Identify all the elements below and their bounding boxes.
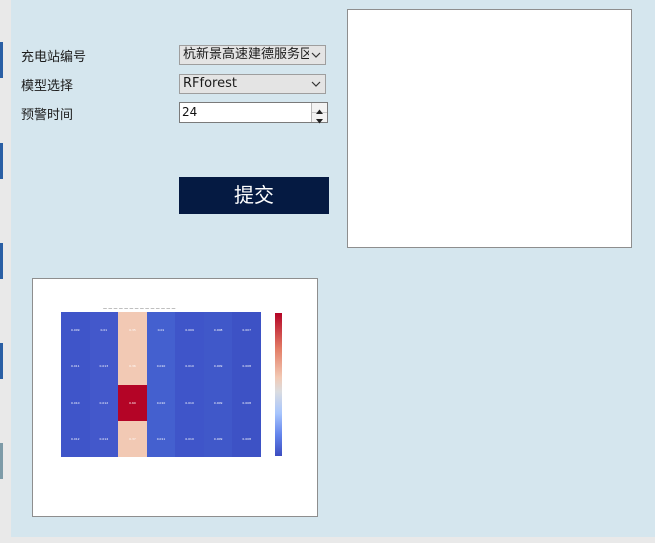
heatmap-cell: 0.010: [175, 384, 204, 421]
sidebar-marker-5[interactable]: [0, 443, 3, 479]
heatmap-cell: 0.011: [146, 420, 176, 457]
warning-time-value: 24: [182, 105, 198, 119]
heatmap-cell: 0.010: [175, 420, 204, 457]
heatmap-grid: 0.009 0.01 0.35 0.01 0.009 0.008 0.007 0.011 0.0…: [61, 312, 261, 457]
warning-time-spinbox[interactable]: 24: [179, 102, 328, 124]
model-select[interactable]: RFforest: [179, 74, 326, 94]
heatmap-cell: 0.010: [146, 348, 176, 385]
model-label: 模型选择: [21, 79, 74, 94]
heatmap-cell: 0.35: [118, 312, 147, 349]
sidebar-marker-1[interactable]: [0, 42, 3, 78]
triangle-down-icon: [316, 119, 323, 124]
heatmap-cell: 0.008: [203, 312, 233, 349]
heatmap-cell: 0.008: [232, 348, 261, 385]
chevron-down-icon: [311, 81, 321, 87]
heatmap-cell: 0.01: [146, 312, 176, 349]
heatmap-cell: 0.009: [61, 312, 90, 349]
heatmap-title: — — — — — — — — — — — — — —: [103, 306, 176, 311]
heatmap-cell: 0.013: [89, 348, 119, 385]
heatmap-colorbar: [275, 313, 282, 456]
sidebar-marker-2[interactable]: [0, 143, 3, 179]
station-select[interactable]: 杭新景高速建德服务区: [179, 45, 326, 65]
warning-time-label: 预警时间: [21, 108, 74, 123]
result-display-area: [347, 9, 632, 248]
heatmap-cell: 0.008: [232, 420, 261, 457]
spin-buttons: [311, 103, 327, 124]
heatmap-cell: 0.010: [61, 384, 90, 421]
heatmap-cell: 0.014: [89, 420, 119, 457]
heatmap-cell: 0.36: [118, 348, 147, 385]
model-select-value: RFforest: [183, 76, 237, 91]
heatmap-cell: 0.009: [175, 312, 204, 349]
spin-down-button[interactable]: [312, 113, 327, 124]
sidebar-marker-4[interactable]: [0, 343, 3, 379]
heatmap-cell: 0.011: [61, 348, 90, 385]
heatmap-cell: 0.007: [232, 312, 261, 349]
heatmap-cell: 0.01: [89, 312, 119, 349]
station-select-value: 杭新景高速建德服务区: [183, 47, 309, 62]
submit-button[interactable]: 提交: [179, 177, 329, 214]
heatmap-image: — — — — — — — — — — — — — — 0.009 0.01 0.3…: [32, 278, 318, 517]
heatmap-cell: 0.012: [89, 384, 119, 421]
station-label: 充电站编号: [21, 50, 87, 65]
heatmap-cell: 0.012: [61, 420, 90, 457]
heatmap-cell: 0.009: [203, 384, 233, 421]
chevron-down-icon: [311, 52, 321, 58]
heatmap-cell: 0.37: [118, 420, 147, 457]
heatmap-cell: 0.69: [118, 384, 147, 421]
heatmap-cell: 0.010: [175, 348, 204, 385]
spin-up-button[interactable]: [312, 103, 327, 114]
heatmap-cell: 0.009: [203, 420, 233, 457]
heatmap-cell: 0.008: [232, 384, 261, 421]
sidebar-marker-3[interactable]: [0, 243, 3, 279]
heatmap-cell: 0.010: [146, 384, 176, 421]
heatmap-cell: 0.009: [203, 348, 233, 385]
